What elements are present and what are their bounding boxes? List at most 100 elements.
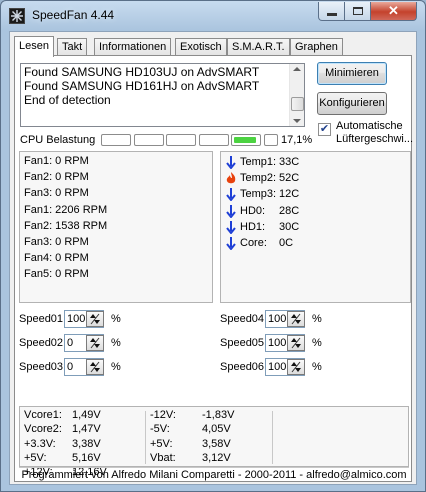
voltage-reading: +3.3V: 3,38V — [24, 438, 142, 452]
speed-control: Speed05:% — [220, 333, 340, 353]
tab-exotisch[interactable]: Exotisch — [175, 38, 227, 56]
voltage-value: 5,16V — [72, 451, 101, 464]
maximize-icon — [352, 7, 363, 15]
temperature-value: 12C — [279, 188, 300, 201]
log-line: End of detection — [24, 93, 111, 107]
minimize-icon — [326, 12, 337, 16]
detection-log[interactable]: Found SAMSUNG HD103UJ on AdvSMART Found … — [20, 63, 305, 127]
voltage-label: -12V: — [150, 409, 176, 421]
voltage-label: Vcore1: — [24, 409, 62, 421]
minimize-window-button[interactable] — [318, 2, 345, 21]
speed-control: Speed02:% — [19, 333, 139, 353]
speed-spinner[interactable] — [287, 359, 305, 375]
voltage-reading: -5V: 4,05V — [150, 423, 268, 437]
lesen-panel: Found SAMSUNG HD103UJ on AdvSMART Found … — [14, 55, 413, 482]
voltage-value: 1,47V — [72, 423, 101, 436]
fan-reading: Fan1: 0 RPM — [24, 155, 89, 167]
tab-smart[interactable]: S.M.A.R.T. — [227, 38, 290, 56]
voltage-value: 3,38V — [72, 437, 101, 450]
log-line: Found SAMSUNG HD161HJ on AdvSMART — [24, 79, 260, 93]
scroll-down-icon[interactable] — [293, 119, 301, 123]
log-scrollbar[interactable] — [289, 64, 304, 126]
percent-sign: % — [312, 361, 322, 373]
arrow-down-icon — [225, 187, 237, 202]
tab-lesen[interactable]: Lesen — [14, 36, 54, 57]
voltage-value: 4,05V — [202, 423, 231, 436]
voltage-label: Vcore2: — [24, 423, 62, 436]
speed-spinner[interactable] — [86, 311, 104, 327]
voltage-panel: Vcore1: 1,49V Vcore2: 1,47V +3.3V: 3,38V +5V: 5… — [19, 406, 409, 478]
speed-spinner[interactable] — [86, 359, 104, 375]
voltage-reading: -12V: -1,83V — [150, 409, 268, 423]
voltage-value: 1,49V — [72, 409, 101, 421]
temperature-value: 28C — [279, 204, 300, 217]
voltage-reading: Vcore1: 1,49V — [24, 409, 142, 423]
arrow-down-icon — [225, 220, 237, 235]
temperature-value: 30C — [279, 220, 300, 233]
tab-takt[interactable]: Takt — [57, 38, 88, 56]
speed-control: Speed01:% — [19, 309, 139, 329]
temperature-name: Temp3: — [240, 188, 277, 201]
temperature-name: Temp1: — [240, 156, 277, 168]
fan-reading: Fan2: 0 RPM — [24, 171, 89, 184]
client-area: Lesen Takt Informationen Exotisch S.M.A.… — [9, 31, 417, 485]
cpu-load-percent: 17,1% — [281, 134, 313, 146]
close-window-button[interactable]: ✕ — [371, 2, 417, 21]
maximize-window-button[interactable] — [345, 2, 371, 21]
speed-label: Speed06: — [220, 361, 268, 373]
title-bar[interactable]: SpeedFan 4.44 ✕ — [1, 1, 425, 29]
cpu-load-label: CPU Belastung — [20, 134, 96, 146]
divider — [272, 411, 273, 464]
speed-label: Speed03: — [19, 361, 67, 373]
speed-control: Speed03:% — [19, 357, 139, 377]
voltage-reading: +5V: 3,58V — [150, 438, 268, 452]
percent-sign: % — [312, 313, 322, 325]
fan-reading: Fan4: 0 RPM — [24, 252, 89, 265]
voltage-label: -5V: — [150, 423, 170, 436]
arrow-down-icon — [225, 236, 237, 251]
tab-graphen[interactable]: Graphen — [290, 38, 343, 56]
speed-label: Speed02: — [19, 337, 67, 349]
speed-label: Speed04: — [220, 313, 268, 325]
voltage-value: 3,58V — [202, 437, 231, 450]
auto-fan-label[interactable]: Automatische Lüftergeschwi... — [336, 120, 413, 146]
percent-sign: % — [111, 361, 121, 373]
voltage-value: 3,12V — [202, 451, 231, 464]
window-title: SpeedFan 4.44 — [32, 8, 115, 22]
voltage-reading: +5V: 5,16V — [24, 452, 142, 466]
speed-spinner[interactable] — [86, 335, 104, 351]
fan-reading: Fan3: 0 RPM — [24, 236, 89, 248]
temperature-value: 0C — [279, 237, 294, 249]
voltage-label: +5V: — [150, 437, 173, 450]
cpu-core-bar — [166, 134, 196, 146]
speed-spinner[interactable] — [287, 335, 305, 351]
scroll-up-icon[interactable] — [293, 67, 301, 71]
cpu-core-fill — [234, 137, 256, 143]
speed-spinner[interactable] — [287, 311, 305, 327]
speed-control: Speed04:% — [220, 309, 340, 329]
voltage-value: -1,83V — [202, 409, 235, 421]
checkmark-icon: ✔ — [319, 123, 330, 135]
log-line: Found SAMSUNG HD103UJ on AdvSMART — [24, 65, 260, 79]
temperature-value: 52C — [279, 172, 300, 185]
percent-sign: % — [111, 337, 121, 349]
speed-control: Speed06:% — [220, 357, 340, 377]
voltage-reading: Vbat: 3,12V — [150, 452, 268, 466]
temperature-name: HD0: — [240, 204, 266, 217]
divider — [145, 411, 146, 464]
speed-label: Speed05: — [220, 337, 268, 349]
temperature-name: HD1: — [240, 220, 266, 233]
cpu-core-bar — [198, 134, 229, 146]
configure-button[interactable]: Konfigurieren — [317, 92, 387, 115]
temperature-name: Temp2: — [240, 172, 277, 185]
cpu-core-bar — [263, 134, 278, 146]
scroll-thumb[interactable] — [291, 97, 304, 111]
speedfan-app-icon[interactable] — [9, 8, 25, 24]
speed-label: Speed01: — [19, 313, 67, 325]
arrow-down-icon — [225, 204, 237, 219]
minimize-button[interactable]: Minimieren — [317, 62, 387, 85]
tab-informationen[interactable]: Informationen — [94, 38, 172, 56]
temperature-value: 33C — [279, 156, 300, 168]
fan-reading: Fan5: 0 RPM — [24, 268, 89, 281]
auto-fan-checkbox[interactable]: ✔ — [318, 123, 331, 136]
